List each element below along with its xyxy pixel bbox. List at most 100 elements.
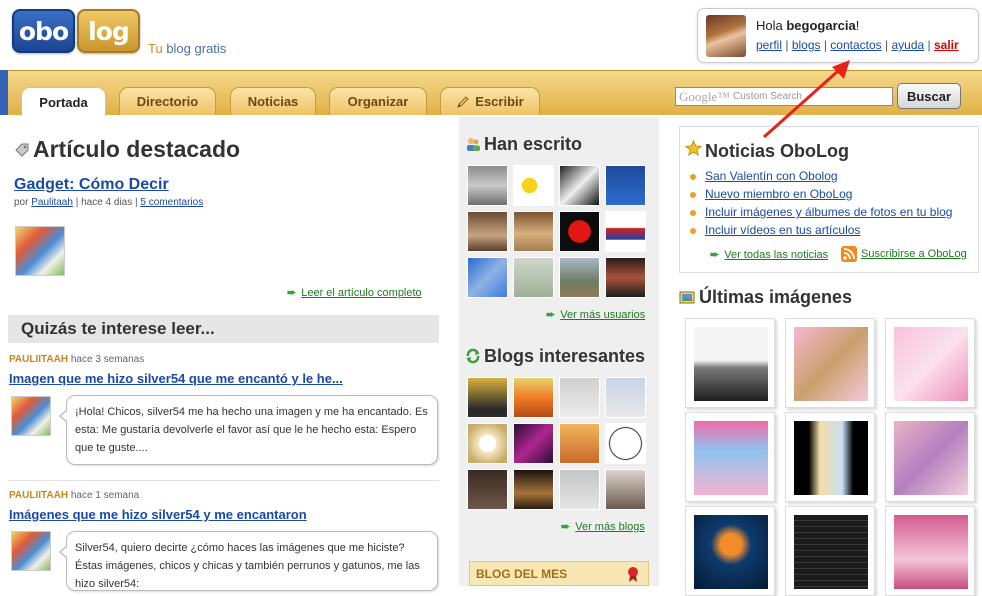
users-icon	[467, 138, 480, 151]
blog-thumbnail[interactable]	[513, 469, 554, 510]
ver-usuarios: ➨ Ver más usuarios	[546, 308, 645, 321]
blog-thumbnail[interactable]	[513, 423, 554, 464]
news-item[interactable]: Incluir imágenes y álbumes de fotos en t…	[705, 205, 952, 219]
tab-escribir[interactable]: Escribir	[440, 87, 540, 115]
rss-icon	[841, 246, 857, 262]
user-panel: Hola begogarcia! perfil | blogs | contac…	[697, 8, 979, 63]
contactos-link[interactable]: contactos	[830, 38, 881, 52]
blog-thumbnail[interactable]	[467, 377, 508, 418]
han-escrito-heading: Han escrito	[484, 134, 583, 154]
tab-organizar[interactable]: Organizar	[329, 87, 427, 115]
image-card[interactable]	[685, 412, 775, 502]
comments-link[interactable]: 5 comentarios	[140, 197, 203, 208]
perfil-link[interactable]: perfil	[756, 38, 782, 52]
user-thumbnail[interactable]	[513, 165, 554, 206]
blog-thumbnail[interactable]	[559, 377, 600, 418]
user-thumbnail[interactable]	[467, 211, 508, 252]
tagline-rest: blog gratis	[162, 41, 227, 56]
post-title[interactable]: Imágenes que me hizo silver54 y me encan…	[9, 507, 307, 522]
image-card[interactable]	[685, 318, 775, 408]
user-thumbnail[interactable]	[467, 165, 508, 206]
post-title[interactable]: Imagen que me hizo silver54 que me encan…	[9, 371, 343, 386]
tag-icon	[15, 143, 29, 157]
post-author[interactable]: PAULIITAAH	[9, 490, 68, 501]
tab-label: Noticias	[247, 94, 299, 109]
bullet	[690, 228, 696, 234]
star-icon	[685, 140, 702, 157]
image-card[interactable]	[685, 506, 775, 596]
blog-thumbnail[interactable]	[467, 469, 508, 510]
image-card[interactable]	[885, 318, 975, 408]
suscribirse: Suscribirse a OboLog	[861, 248, 967, 260]
ayuda-link[interactable]: ayuda	[891, 38, 924, 52]
blog-thumbnail[interactable]	[559, 469, 600, 510]
blog-thumbnail[interactable]	[467, 423, 508, 464]
avatar[interactable]	[706, 15, 746, 57]
post-thumbnail[interactable]	[11, 396, 51, 436]
blog-thumbnail[interactable]	[605, 469, 646, 510]
award-icon	[628, 567, 638, 582]
user-thumbnail[interactable]	[605, 165, 646, 206]
blogs-link[interactable]: blogs	[792, 38, 821, 52]
user-thumbnail[interactable]	[559, 211, 600, 252]
blog-thumbnail[interactable]	[605, 377, 646, 418]
logo-right-text: log	[88, 16, 130, 46]
tab-noticias[interactable]: Noticias	[230, 87, 316, 115]
post-excerpt: ¡Hola! Chicos, silver54 me ha hecho una …	[59, 395, 438, 465]
user-thumbnail[interactable]	[559, 257, 600, 298]
read-more-link[interactable]: Leer el artículo completo	[301, 287, 421, 299]
divider	[8, 480, 439, 481]
tab-label: Directorio	[136, 94, 199, 109]
news-heading: Noticias OboLog	[705, 141, 849, 161]
images-heading: Últimas imágenes	[699, 287, 853, 307]
featured-thumbnail[interactable]	[15, 226, 65, 276]
obo-logo-right[interactable]: log	[77, 9, 140, 53]
user-thumbnail[interactable]	[513, 211, 554, 252]
blog-del-mes-label: BLOG DEL MES	[476, 567, 568, 581]
tab-label: Organizar	[347, 94, 409, 109]
meta-prefix: por	[14, 197, 32, 208]
blog-thumbnail[interactable]	[513, 377, 554, 418]
ver-blogs-link[interactable]: Ver más blogs	[575, 521, 645, 533]
user-thumbnail[interactable]	[605, 211, 646, 252]
user-thumbnail[interactable]	[513, 257, 554, 298]
image-card[interactable]	[785, 412, 875, 502]
separator: |	[924, 38, 934, 52]
obo-logo-left[interactable]: obo	[12, 9, 75, 53]
featured-article-title[interactable]: Gadget: Cómo Decir	[14, 176, 169, 194]
meta-time: | hace 4 dias |	[72, 197, 141, 208]
user-thumbnail[interactable]	[559, 165, 600, 206]
user-greeting: Hola begogarcia!	[756, 18, 859, 33]
post-author[interactable]: PAULIITAAH	[9, 354, 68, 365]
featured-heading: Artículo destacado	[33, 136, 241, 162]
arrow-right-icon: ➨	[287, 287, 297, 299]
search-button[interactable]: Buscar	[897, 83, 961, 109]
news-item[interactable]: San Valentín con Obolog	[705, 169, 838, 183]
tagline: Tu blog gratis	[148, 41, 226, 56]
user-thumbnail[interactable]	[467, 257, 508, 298]
post-thumbnail[interactable]	[11, 531, 51, 571]
blog-thumbnail[interactable]	[605, 423, 646, 464]
arrow-right-icon: ➨	[546, 309, 556, 321]
user-thumbnail[interactable]	[605, 257, 646, 298]
image-card[interactable]	[885, 412, 975, 502]
news-item[interactable]: Nuevo miembro en OboLog	[705, 187, 852, 201]
tab-directorio[interactable]: Directorio	[119, 87, 216, 115]
images-icon	[679, 291, 695, 304]
tab-portada[interactable]: Portada	[21, 87, 106, 116]
ver-usuarios-link[interactable]: Ver más usuarios	[560, 309, 645, 321]
author-link[interactable]: Paulitaah	[31, 197, 73, 208]
pencil-icon	[457, 95, 469, 108]
blog-thumbnail[interactable]	[559, 423, 600, 464]
image-card[interactable]	[785, 318, 875, 408]
salir-link[interactable]: salir	[934, 38, 959, 52]
tab-label: Portada	[39, 94, 88, 110]
news-item[interactable]: Incluir vídeos en tus artículos	[705, 223, 860, 237]
image-card[interactable]	[785, 506, 875, 596]
ver-todas-link[interactable]: Ver todas las noticias	[724, 249, 828, 261]
post-excerpt: Silver54, quiero decirte ¿cómo haces las…	[59, 531, 438, 591]
blog-del-mes: BLOG DEL MES	[469, 561, 649, 586]
suscribirse-link[interactable]: Suscribirse a OboLog	[861, 248, 967, 260]
image-card[interactable]	[885, 506, 975, 596]
bullet	[690, 192, 696, 198]
